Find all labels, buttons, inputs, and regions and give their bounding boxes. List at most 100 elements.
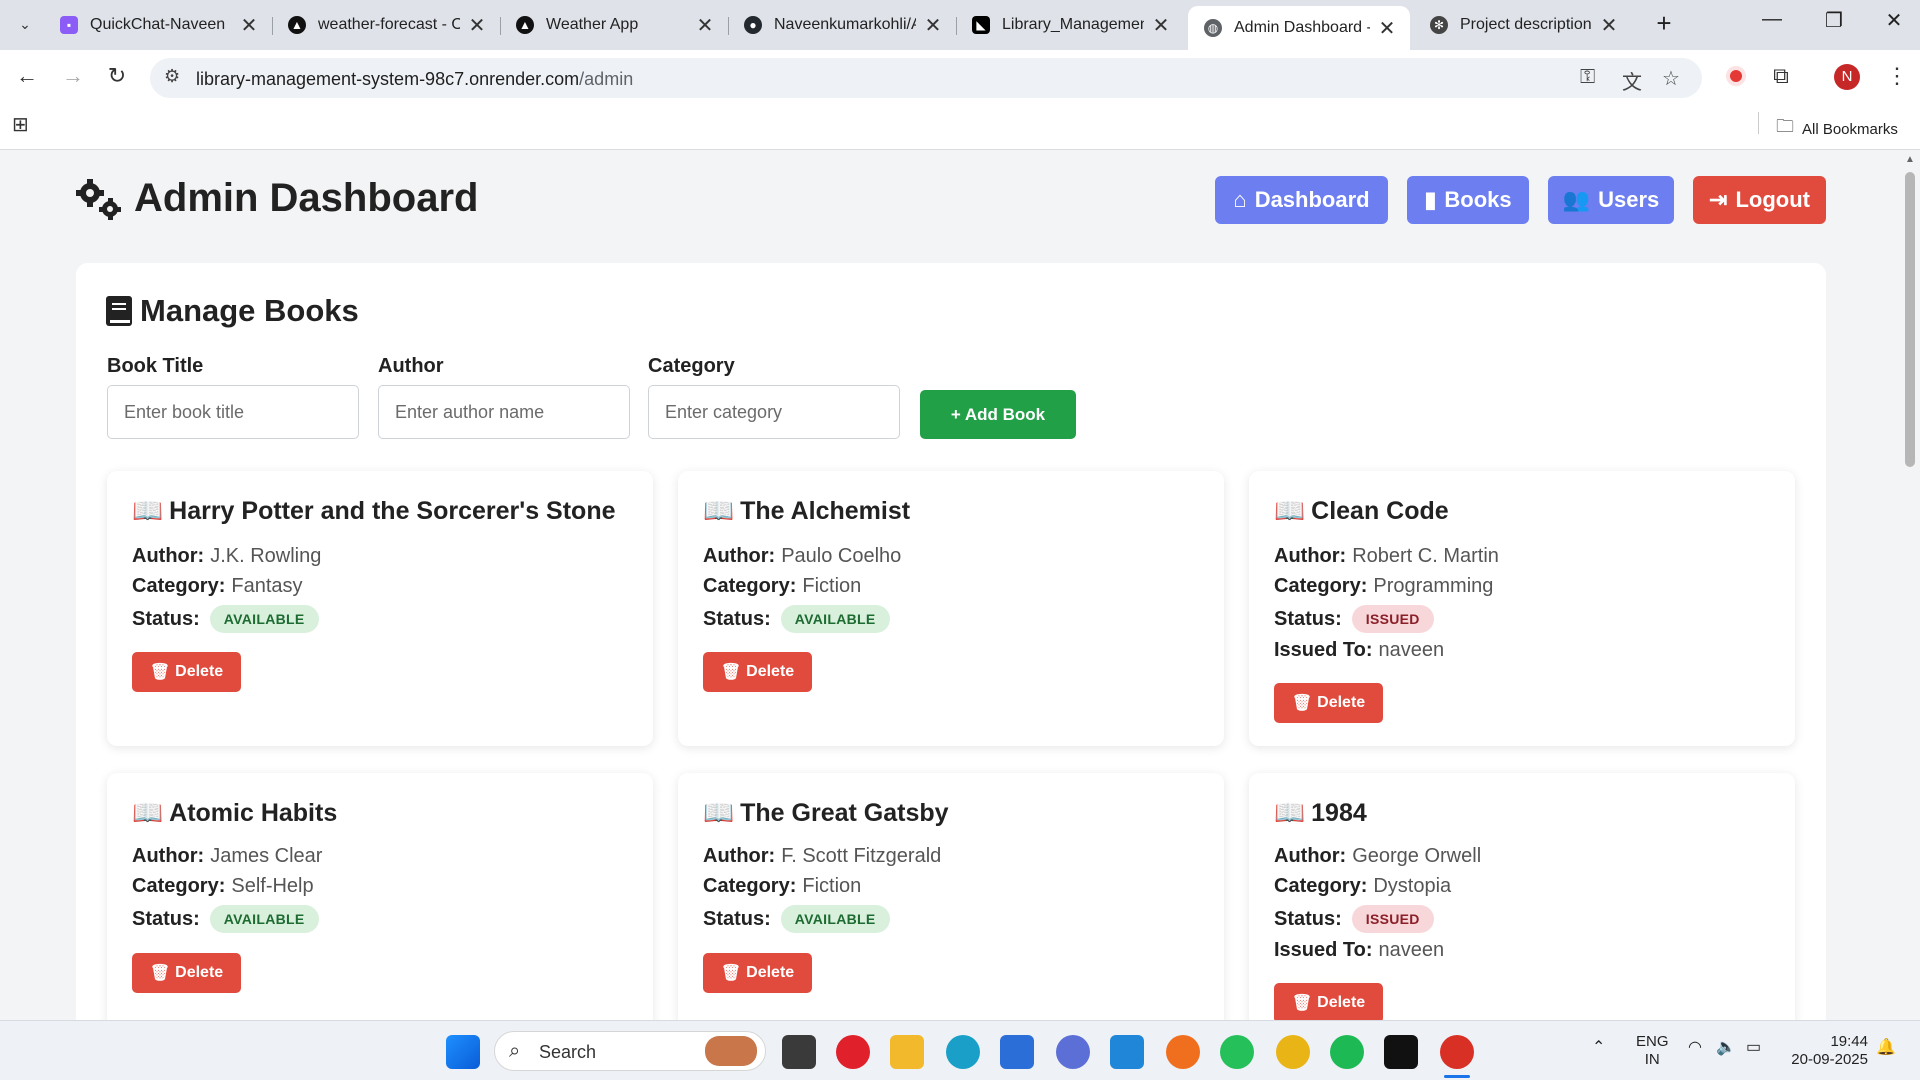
battery-icon[interactable]: ▭ <box>1746 1039 1761 1057</box>
delete-button[interactable]: 🗑 Delete <box>703 652 812 692</box>
users-button[interactable]: 👥 Users <box>1548 176 1674 224</box>
proton-vpn-icon[interactable] <box>1056 1035 1090 1069</box>
book-category: Category: Fantasy <box>132 575 303 597</box>
profile-avatar[interactable]: N <box>1834 64 1860 90</box>
browser-tab[interactable]: ● Naveenkumarkohli/A ✕ <box>728 8 956 42</box>
forward-icon[interactable]: → <box>58 62 88 92</box>
opera-icon[interactable] <box>836 1035 870 1069</box>
author-label: Author <box>378 355 444 377</box>
language-indicator[interactable]: ENG IN <box>1636 1033 1669 1069</box>
vscode-icon[interactable] <box>1110 1035 1144 1069</box>
book-title: The Alchemist <box>740 497 911 525</box>
password-key-icon[interactable]: ⚿ <box>1580 66 1595 89</box>
books-button[interactable]: ▮ Books <box>1407 176 1529 224</box>
close-tab-icon[interactable]: ✕ <box>240 13 258 38</box>
delete-button[interactable]: 🗑 Delete <box>1274 683 1383 723</box>
browser-tab[interactable]: ▪ QuickChat-Naveen ✕ <box>44 8 272 42</box>
restore-icon[interactable]: ❐ <box>1814 8 1854 33</box>
notifications-icon[interactable]: 🔔 <box>1876 1039 1896 1057</box>
add-book-button[interactable]: + Add Book <box>920 390 1076 439</box>
edge-icon[interactable] <box>946 1035 980 1069</box>
tab-search-icon[interactable]: ⌄ <box>10 10 40 40</box>
task-view-icon[interactable] <box>782 1035 816 1069</box>
new-tab-icon[interactable]: + <box>1644 8 1684 39</box>
book-issued-to: Issued To: naveen <box>1274 939 1445 961</box>
book-status: Status: AVAILABLE <box>132 605 319 633</box>
category-input[interactable] <box>648 385 900 439</box>
whatsapp-icon[interactable] <box>1220 1035 1254 1069</box>
delete-button[interactable]: 🗑 Delete <box>132 652 241 692</box>
windows-start-icon[interactable] <box>446 1035 480 1069</box>
status-badge: AVAILABLE <box>209 605 319 633</box>
vercel-icon: ▲ <box>288 16 306 34</box>
book-card: 📖 1984 Author: George Orwell Category: Dyst… <box>1249 773 1795 1020</box>
reload-icon[interactable]: ↻ <box>102 62 132 92</box>
close-tab-icon[interactable]: ✕ <box>696 13 714 38</box>
back-icon[interactable]: ← <box>12 62 42 92</box>
extensions-icon[interactable]: ⧉ <box>1766 62 1796 92</box>
scrollbar-thumb[interactable] <box>1905 172 1915 467</box>
book-status: Status: ISSUED <box>1274 605 1434 633</box>
taskbar-search[interactable]: ⌕ Search <box>494 1031 766 1071</box>
translate-icon[interactable]: 文 <box>1622 66 1642 95</box>
browser-tab[interactable]: ▲ weather-forecast - O ✕ <box>272 8 500 42</box>
close-tab-icon[interactable]: ✕ <box>1600 13 1618 38</box>
browser-menu-icon[interactable]: ⋮ <box>1882 62 1912 92</box>
logout-button[interactable]: ⇥ Logout <box>1693 176 1826 224</box>
close-tab-icon[interactable]: ✕ <box>468 13 486 38</box>
manage-books-panel: Manage Books Book Title Author Category … <box>76 263 1826 1020</box>
book-status: Status: ISSUED <box>1274 905 1434 933</box>
status-badge: AVAILABLE <box>780 905 890 933</box>
trash-icon: 🗑 <box>149 664 171 681</box>
open-book-icon: 📖 <box>703 497 735 525</box>
close-tab-icon[interactable]: ✕ <box>1378 16 1396 41</box>
all-bookmarks-button[interactable]: 🗀 All Bookmarks <box>1776 114 1898 144</box>
home-icon: ⌂ <box>1233 187 1247 212</box>
browser-tab[interactable]: ▲ Weather App ✕ <box>500 8 728 42</box>
chrome-profile-icon[interactable] <box>1440 1035 1474 1069</box>
status-badge: ISSUED <box>1351 605 1434 633</box>
recording-icon[interactable] <box>1726 66 1746 86</box>
book-author: Author: F. Scott Fitzgerald <box>703 845 942 867</box>
browser-tab-active[interactable]: ◍ Admin Dashboard - L ✕ <box>1188 6 1410 50</box>
windows-taskbar: ⌕ Search ⌃ ENG IN ◠ 🔈 ▭ 19:44 20-09-2025… <box>0 1020 1920 1080</box>
tray-overflow-icon[interactable]: ⌃ <box>1592 1039 1605 1057</box>
wn-app-icon[interactable] <box>1384 1035 1418 1069</box>
address-bar[interactable]: ⚙ library-management-system-98c7.onrende… <box>150 58 1702 98</box>
book-category: Category: Fiction <box>703 575 862 597</box>
browser-tab[interactable]: ◣ Library_Management ✕ <box>956 8 1184 42</box>
close-tab-icon[interactable]: ✕ <box>1152 13 1170 38</box>
url-text[interactable]: library-management-system-98c7.onrender.… <box>196 69 633 90</box>
book-card: 📖 Atomic Habits Author: James Clear Catego… <box>107 773 653 1020</box>
apps-grid-icon[interactable]: ⊞ <box>12 112 29 137</box>
close-tab-icon[interactable]: ✕ <box>924 13 942 38</box>
author-input[interactable] <box>378 385 630 439</box>
book-category: Category: Fiction <box>703 875 862 897</box>
volume-icon[interactable]: 🔈 <box>1716 1039 1736 1057</box>
dashboard-button[interactable]: ⌂ Dashboard <box>1215 176 1388 224</box>
delete-button[interactable]: 🗑 Delete <box>703 953 812 993</box>
book-card: 📖 The Great Gatsby Author: F. Scott Fitzge… <box>678 773 1224 1020</box>
github-icon: ● <box>744 16 762 34</box>
book-title: Atomic Habits <box>169 799 338 827</box>
chrome-icon[interactable] <box>1276 1035 1310 1069</box>
scroll-up-icon[interactable]: ▲ <box>1905 154 1915 165</box>
delete-button[interactable]: 🗑 Delete <box>1274 983 1383 1020</box>
browser-tab[interactable]: ✻ Project description re ✕ <box>1414 8 1632 42</box>
status-badge: AVAILABLE <box>209 905 319 933</box>
browser-toolbar: ← → ↻ ⚙ library-management-system-98c7.o… <box>0 50 1920 102</box>
file-explorer-icon[interactable] <box>890 1035 924 1069</box>
book-title-input[interactable] <box>107 385 359 439</box>
wifi-icon[interactable]: ◠ <box>1688 1039 1702 1057</box>
clock[interactable]: 19:44 20-09-2025 <box>1782 1033 1868 1069</box>
minimize-icon[interactable]: — <box>1752 8 1792 31</box>
site-info-icon[interactable]: ⚙ <box>164 66 180 87</box>
page-scrollbar[interactable]: ▲ <box>1900 150 1920 1020</box>
store-icon[interactable] <box>1000 1035 1034 1069</box>
book-author: Author: George Orwell <box>1274 845 1482 867</box>
jupyter-icon[interactable] <box>1166 1035 1200 1069</box>
close-window-icon[interactable]: ✕ <box>1874 8 1914 33</box>
delete-button[interactable]: 🗑 Delete <box>132 953 241 993</box>
spotify-icon[interactable] <box>1330 1035 1364 1069</box>
bookmark-star-icon[interactable]: ☆ <box>1662 66 1680 91</box>
